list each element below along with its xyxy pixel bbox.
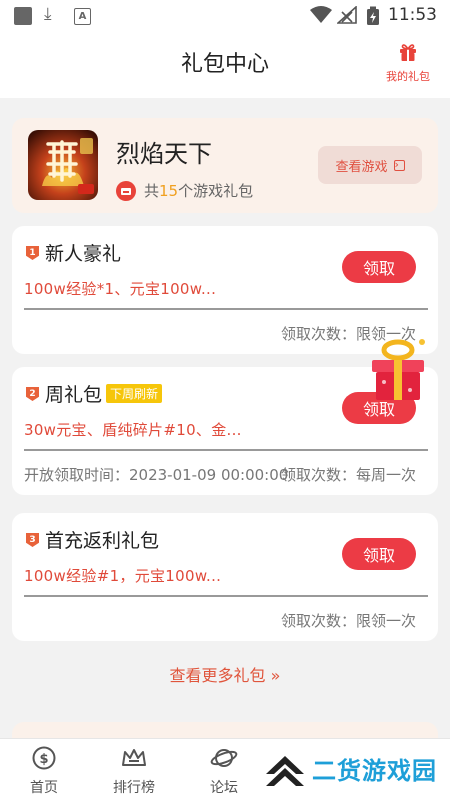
divider xyxy=(24,595,428,597)
wifi-icon xyxy=(310,6,332,23)
pack-title: 首充返利礼包 xyxy=(45,526,159,553)
my-gifts-label: 我的礼包 xyxy=(386,70,430,83)
tab-home-label: 首页 xyxy=(30,780,58,796)
tab-forum[interactable]: 论坛 xyxy=(194,745,254,797)
gift-count-number: 15 xyxy=(159,181,179,200)
more-packs-label: 查看更多礼包 xyxy=(169,666,266,685)
pack-content: 30w元宝、盾纯碎片#10、金... xyxy=(24,421,242,439)
status-time: 11:53 xyxy=(388,5,437,25)
game-name: 烈焰天下 xyxy=(116,140,212,168)
coin-icon: $ xyxy=(32,746,56,770)
claim-button[interactable]: 领取 xyxy=(342,538,416,570)
refresh-tag: 下周刷新 xyxy=(106,384,163,403)
pack-title: 新人豪礼 xyxy=(45,239,121,266)
gift-pack-card: 3 首充返利礼包 100w经验#1，元宝100w... 领取 领取次数：限领一次 xyxy=(12,513,438,641)
watermark-logo-icon xyxy=(266,756,304,786)
view-game-label: 查看游戏 xyxy=(335,159,388,175)
game-card: 烈焰天下 共 15 个游戏礼包 查看游戏 › xyxy=(12,118,438,213)
my-gifts-button[interactable]: 我的礼包 xyxy=(380,42,436,84)
claim-limit: 领取次数：每周一次 xyxy=(280,466,416,484)
tab-home[interactable]: $ 首页 xyxy=(14,745,74,797)
signal-icon xyxy=(337,6,357,24)
gift-box-icon xyxy=(116,180,136,201)
claim-limit: 领取次数：限领一次 xyxy=(280,612,416,630)
rank-badge-icon: 2 xyxy=(26,387,39,401)
pack-content: 100w经验*1、元宝100w... xyxy=(24,280,217,298)
claim-button[interactable]: 领取 xyxy=(342,251,416,283)
gift-count-prefix: 共 xyxy=(144,182,160,200)
pack-content: 100w经验#1，元宝100w... xyxy=(24,567,222,585)
tab-ranking[interactable]: 排行榜 xyxy=(104,745,164,797)
svg-text:$: $ xyxy=(39,752,48,767)
rank-badge-icon: 3 xyxy=(26,533,39,547)
floating-gift-icon[interactable] xyxy=(366,334,430,404)
view-game-button[interactable]: 查看游戏 › xyxy=(318,146,422,184)
pack-title: 周礼包 下周刷新 xyxy=(45,380,163,407)
gift-count-suffix: 个游戏礼包 xyxy=(178,182,254,200)
gift-count: 共 15 个游戏礼包 xyxy=(116,180,253,201)
more-packs-link[interactable]: 查看更多礼包 » xyxy=(0,662,450,686)
planet-icon xyxy=(210,749,238,767)
pack-name: 新人豪礼 xyxy=(45,243,122,265)
status-bar: ⤓ A 11:53 xyxy=(0,0,450,32)
crown-icon xyxy=(122,749,146,766)
game-logo[interactable] xyxy=(28,130,98,200)
tab-forum-label: 论坛 xyxy=(210,780,238,796)
notification-square-icon xyxy=(14,7,32,25)
pack-name: 首充返利礼包 xyxy=(45,530,160,552)
enter-icon: › xyxy=(393,159,405,171)
watermark-text: 二货游戏园 xyxy=(312,756,437,785)
tab-ranking-label: 排行榜 xyxy=(113,780,155,796)
gift-icon xyxy=(400,44,416,61)
site-watermark: 二货游戏园 xyxy=(262,748,437,788)
rank-badge-icon: 1 xyxy=(26,246,39,260)
double-chevron-right-icon: » xyxy=(270,666,281,685)
open-time: 开放领取时间：2023-01-09 00:00:00 xyxy=(24,466,289,484)
battery-charging-icon xyxy=(367,6,379,25)
app-header: 礼包中心 我的礼包 xyxy=(0,32,450,98)
divider xyxy=(24,449,428,451)
pack-name: 周礼包 xyxy=(45,384,103,406)
a-notification-icon: A xyxy=(74,8,91,25)
download-icon: ⤓ xyxy=(44,4,52,24)
divider xyxy=(24,308,428,310)
